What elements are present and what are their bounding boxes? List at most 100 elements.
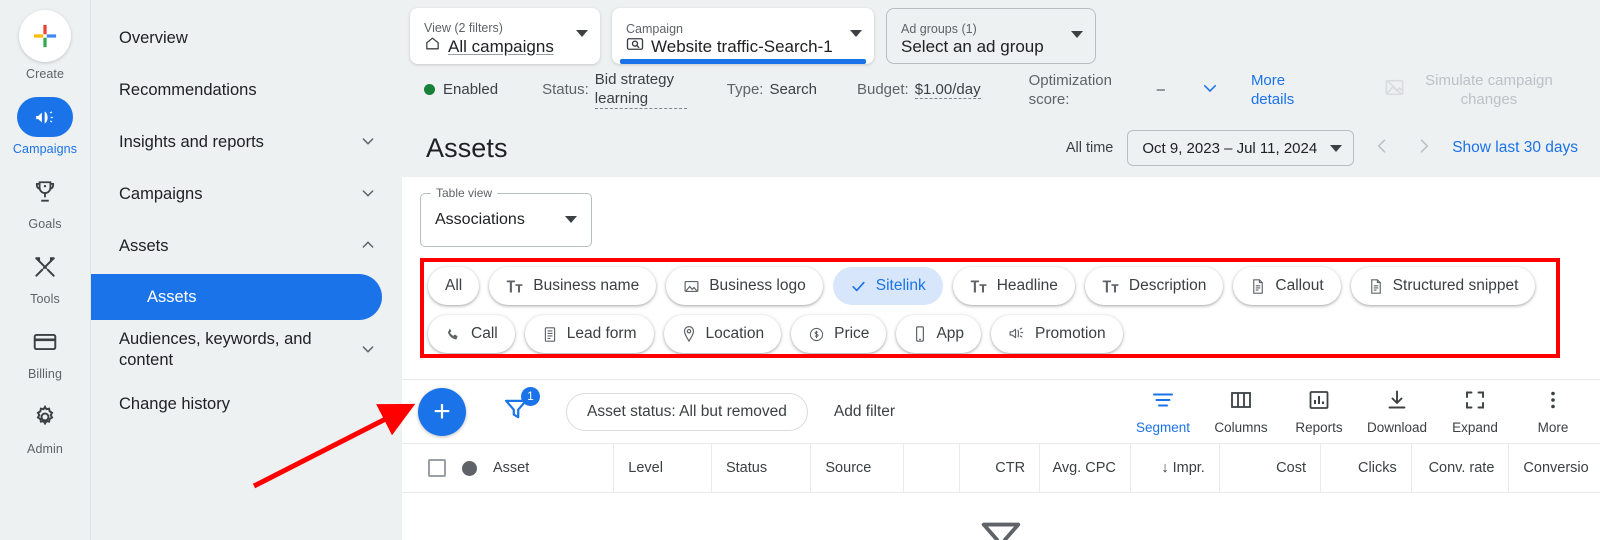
rail-item-goals[interactable]: Goals bbox=[0, 172, 90, 231]
download-button[interactable]: Download bbox=[1358, 388, 1436, 435]
optimization-expand-chevron-icon[interactable] bbox=[1201, 79, 1219, 101]
tools-icon bbox=[17, 247, 73, 287]
table-view-select[interactable]: Table view Associations bbox=[420, 186, 592, 247]
chevron-down-icon bbox=[565, 216, 577, 223]
rail-item-billing[interactable]: Billing bbox=[0, 322, 90, 381]
rail-item-campaigns[interactable]: Campaigns bbox=[0, 97, 90, 156]
campaign-selector-label: Campaign bbox=[626, 21, 683, 36]
rail-item-tools[interactable]: Tools bbox=[0, 247, 90, 306]
campaign-selector[interactable]: Campaign Website traffic-Search-1 bbox=[612, 8, 874, 64]
chip-call[interactable]: Call bbox=[428, 315, 515, 353]
sidebar-item-audiences-keywords-content[interactable]: Audiences, keywords, and content bbox=[91, 322, 402, 378]
table-header-conversions[interactable]: Conversio bbox=[1509, 444, 1600, 492]
rail-label-billing: Billing bbox=[27, 367, 63, 381]
rail-item-admin[interactable]: Admin bbox=[0, 397, 90, 456]
next-period-button[interactable] bbox=[1410, 136, 1438, 160]
chip-business-name[interactable]: Business name bbox=[489, 267, 657, 305]
trophy-icon bbox=[17, 172, 73, 212]
table-header-clicks[interactable]: Clicks bbox=[1321, 444, 1412, 492]
chip-label-promotion: Promotion bbox=[1035, 325, 1106, 342]
segment-button[interactable]: Segment bbox=[1124, 388, 1202, 435]
table-view-value: Associations bbox=[435, 211, 525, 228]
chip-all[interactable]: All bbox=[428, 267, 480, 305]
table-header-impr[interactable]: ↓ Impr. bbox=[1131, 444, 1220, 492]
table-header-cost[interactable]: Cost bbox=[1220, 444, 1321, 492]
sidebar-item-recommendations[interactable]: Recommendations bbox=[91, 64, 402, 116]
more-button[interactable]: More bbox=[1514, 388, 1592, 435]
filter-icon[interactable]: 1 bbox=[502, 387, 540, 428]
check-icon bbox=[850, 278, 867, 295]
sidebar-label-change-history: Change history bbox=[119, 394, 230, 413]
chip-lead-form[interactable]: Lead form bbox=[524, 315, 654, 353]
expand-icon bbox=[1463, 388, 1487, 415]
sidebar-item-change-history[interactable]: Change history bbox=[91, 378, 402, 430]
toolbar-icon-group: Segment Columns Reports Download Expand … bbox=[1124, 388, 1600, 435]
show-last-30-days-link[interactable]: Show last 30 days bbox=[1452, 139, 1578, 157]
columns-button[interactable]: Columns bbox=[1202, 388, 1280, 435]
table-header-ctr[interactable]: CTR bbox=[960, 444, 1041, 492]
chip-price[interactable]: Price bbox=[791, 315, 887, 353]
optimization-score-label: Optimization score: bbox=[1028, 71, 1112, 108]
expand-button[interactable]: Expand bbox=[1436, 388, 1514, 435]
sidebar-label-assets: Assets bbox=[147, 287, 197, 306]
more-vert-icon bbox=[1541, 388, 1565, 415]
status-badge: Enabled bbox=[443, 81, 499, 98]
chip-business-logo[interactable]: Business logo bbox=[666, 267, 823, 305]
rail-label-admin: Admin bbox=[27, 442, 63, 456]
table-empty-state bbox=[402, 493, 1600, 540]
table-header-avg-cpc[interactable]: Avg. CPC bbox=[1040, 444, 1131, 492]
ad-groups-selector-label: Ad groups (1) bbox=[901, 21, 977, 36]
sidebar-item-assets[interactable]: Assets bbox=[91, 274, 382, 320]
chevron-up-icon bbox=[360, 237, 376, 255]
optimization-score-field: Optimization score: bbox=[1029, 71, 1117, 109]
chevron-down-icon bbox=[360, 341, 376, 359]
segment-label: Segment bbox=[1135, 420, 1191, 435]
sidebar-label-overview: Overview bbox=[119, 28, 188, 47]
form-icon bbox=[542, 326, 558, 343]
chip-headline[interactable]: Headline bbox=[952, 267, 1075, 305]
chip-label-app: App bbox=[936, 325, 965, 342]
chip-app[interactable]: App bbox=[896, 315, 982, 353]
sidebar-item-assets-group[interactable]: Assets bbox=[91, 220, 402, 272]
chip-label-sitelink: Sitelink bbox=[875, 277, 926, 294]
sidebar-item-campaigns[interactable]: Campaigns bbox=[91, 168, 402, 220]
date-range-picker[interactable]: Oct 9, 2023 – Jul 11, 2024 bbox=[1127, 130, 1355, 166]
previous-period-button[interactable] bbox=[1368, 136, 1396, 160]
ad-groups-selector[interactable]: Ad groups (1) Select an ad group bbox=[886, 8, 1096, 64]
asset-status-filter-pill[interactable]: Asset status: All but removed bbox=[566, 392, 808, 431]
table-header-source[interactable]: Source bbox=[811, 444, 904, 492]
table-header-asset: Asset bbox=[402, 444, 615, 492]
more-details-link[interactable]: More details bbox=[1251, 71, 1321, 109]
reports-button[interactable]: Reports bbox=[1280, 388, 1358, 435]
chevron-down-icon bbox=[850, 30, 862, 37]
add-asset-button[interactable]: + bbox=[418, 387, 466, 436]
more-label: More bbox=[1537, 420, 1569, 435]
status-field-value[interactable]: Bid strategy learning bbox=[594, 70, 687, 109]
text-format-icon bbox=[1102, 279, 1120, 294]
sidebar-item-overview[interactable]: Overview bbox=[91, 12, 402, 64]
sidebar-item-insights-and-reports[interactable]: Insights and reports bbox=[91, 116, 402, 168]
chip-promotion[interactable]: Promotion bbox=[991, 315, 1123, 353]
section-nav: Overview Recommendations Insights and re… bbox=[90, 0, 402, 540]
segment-icon bbox=[1151, 388, 1175, 415]
chip-description[interactable]: Description bbox=[1084, 267, 1224, 305]
table-header-status[interactable]: Status bbox=[712, 444, 812, 492]
rail-item-create[interactable]: Create bbox=[0, 10, 90, 81]
assets-table-header: Asset Level Status Source CTR Avg. CPC ↓… bbox=[402, 443, 1600, 493]
chip-structured-snippet[interactable]: Structured snippet bbox=[1350, 267, 1536, 305]
select-all-checkbox[interactable] bbox=[428, 459, 446, 477]
credit-card-icon bbox=[17, 322, 73, 362]
chip-sitelink[interactable]: Sitelink bbox=[832, 267, 943, 305]
chevron-down-icon bbox=[360, 133, 376, 151]
chip-location[interactable]: Location bbox=[663, 315, 782, 353]
sidebar-label-insights-and-reports: Insights and reports bbox=[119, 132, 264, 151]
table-header-level[interactable]: Level bbox=[614, 444, 712, 492]
view-selector[interactable]: View (2 filters) All campaigns bbox=[410, 8, 600, 64]
budget-field-value[interactable]: $1.00/day bbox=[914, 81, 981, 99]
table-header-conv-rate[interactable]: Conv. rate bbox=[1412, 444, 1510, 492]
chip-label-callout: Callout bbox=[1275, 277, 1324, 294]
budget-field-label: Budget: bbox=[856, 81, 909, 98]
ad-groups-selector-value: Select an ad group bbox=[901, 36, 1044, 56]
chip-callout[interactable]: Callout bbox=[1233, 267, 1341, 305]
add-filter-button[interactable]: Add filter bbox=[834, 403, 895, 421]
